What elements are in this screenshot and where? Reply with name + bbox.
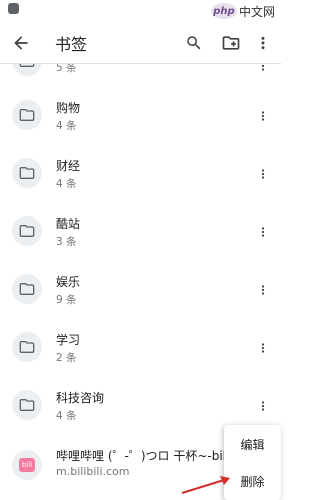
brand-text: 中文网 [238,4,275,19]
more-vert-icon[interactable] [256,64,270,76]
list-item-folder[interactable]: 学习 2 条 [0,318,281,376]
folder-icon [12,100,42,130]
folder-icon [12,274,42,304]
item-count: 4 条 [56,410,77,422]
list-item-partial[interactable]: 5 条 [0,64,281,76]
bilibili-favicon-icon: bili [12,450,42,480]
more-vert-icon[interactable] [256,396,270,416]
search-icon[interactable] [182,31,206,55]
list-item-folder[interactable]: 财经 4 条 [0,144,281,202]
folder-name: 娱乐 [56,275,81,289]
more-vert-icon[interactable] [256,222,270,242]
item-count: 2 条 [56,352,77,364]
list-item-folder[interactable]: 购物 4 条 [0,86,281,144]
folder-icon [12,216,42,246]
more-vert-icon[interactable] [256,338,270,358]
php-logo: php [210,3,237,19]
folder-name: 科技咨询 [56,391,105,405]
add-folder-icon[interactable] [219,31,243,55]
app-bar: 书签 [0,22,281,64]
list-item-folder[interactable]: 娱乐 9 条 [0,260,281,318]
watermark-logo: php 中文网 [210,1,275,21]
folder-icon [12,390,42,420]
item-count: 4 条 [56,120,77,132]
folder-name: 酷站 [56,217,81,231]
more-vert-icon[interactable] [256,164,270,184]
item-count: 3 条 [56,236,77,248]
status-indicator-icon [8,3,19,14]
context-menu: 编辑 删除 [224,425,281,500]
arrow-back-icon[interactable] [9,31,33,55]
list-item-folder[interactable]: 酷站 3 条 [0,202,281,260]
delete-menu-item[interactable]: 删除 [224,466,281,496]
status-bar: php 中文网 [0,0,281,22]
folder-name: 学习 [56,333,81,347]
more-vert-icon[interactable] [256,106,270,126]
folder-name: 购物 [56,101,81,115]
item-count: 4 条 [56,178,77,190]
folder-icon [12,158,42,188]
folder-icon [12,332,42,362]
more-vert-icon[interactable] [251,31,275,55]
item-count: 5 条 [56,64,77,74]
page-title: 书签 [55,34,88,54]
folder-name: 财经 [56,159,81,173]
more-vert-icon[interactable] [256,280,270,300]
folder-icon [12,64,42,76]
item-count: 9 条 [56,294,77,306]
annotation-arrow-icon [181,476,230,495]
bookmark-url: m.bilibili.com [56,465,130,478]
edit-menu-item[interactable]: 编辑 [224,429,281,459]
